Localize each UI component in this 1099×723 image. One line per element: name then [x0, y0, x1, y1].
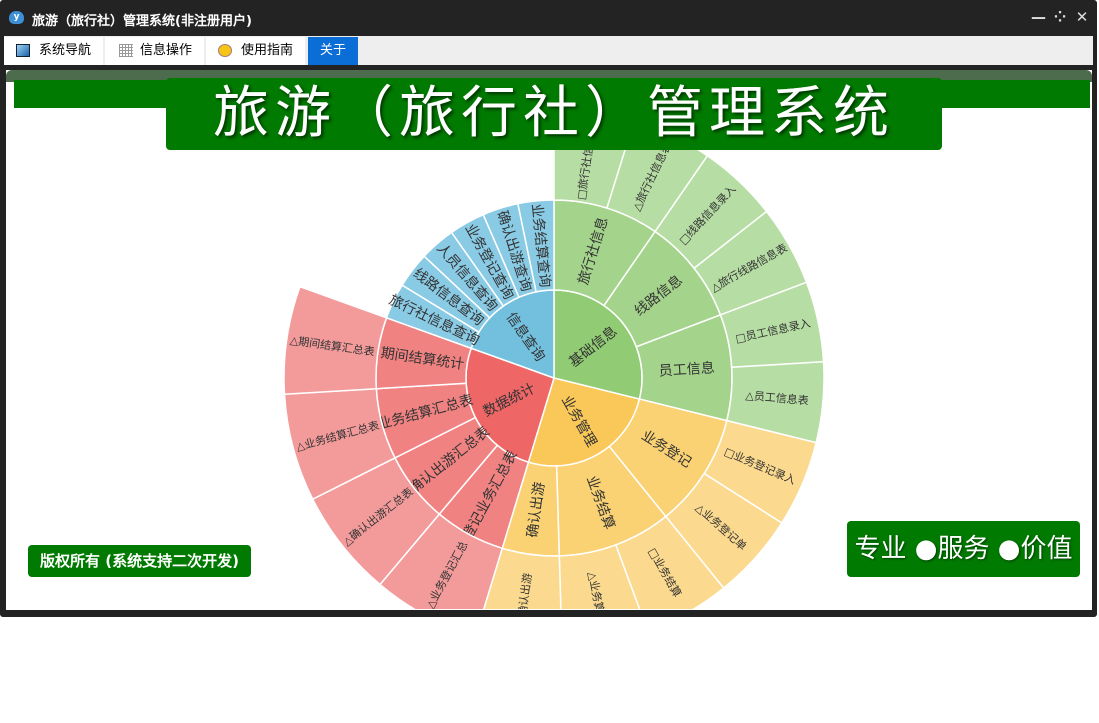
sunburst-label: 员工信息: [658, 359, 715, 379]
page-title-banner: 旅游（旅行社）管理系统: [166, 78, 942, 150]
copyright-badge: 版权所有 (系统支持二次开发): [28, 545, 251, 577]
slogan-badge: 专业 ●服务 ●价值: [847, 521, 1080, 577]
